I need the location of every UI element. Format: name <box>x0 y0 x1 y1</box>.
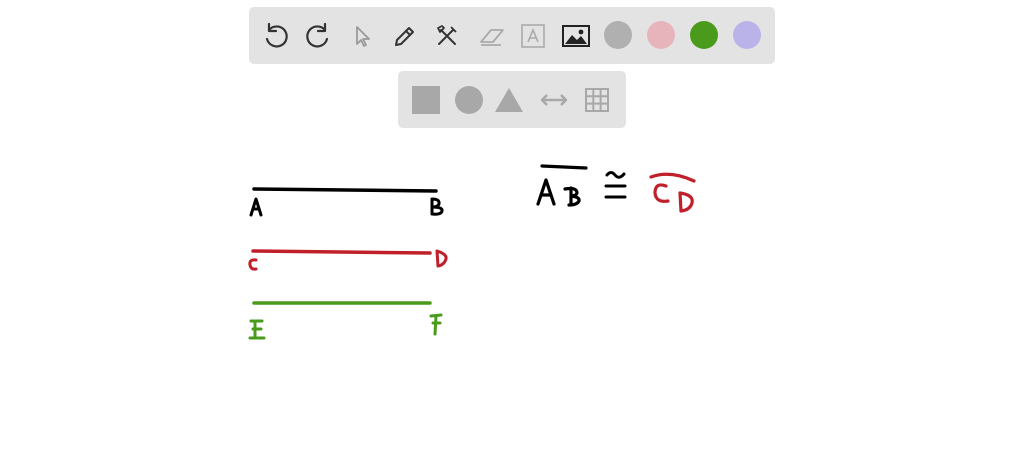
segment-ef <box>248 301 443 340</box>
label-a <box>249 197 263 217</box>
overline-ab <box>540 164 588 170</box>
segment-cd <box>248 249 448 271</box>
label-c <box>248 258 258 271</box>
segment-ab <box>249 187 444 217</box>
label-d <box>435 249 448 268</box>
congruence-statement <box>536 164 696 213</box>
label-cd <box>653 183 694 213</box>
drawing-canvas[interactable] <box>0 0 1024 452</box>
label-f <box>429 313 443 336</box>
label-ab <box>536 178 581 207</box>
label-b <box>430 197 444 216</box>
congruence-symbol <box>604 171 627 199</box>
overline-cd <box>649 172 696 183</box>
label-e <box>248 319 266 340</box>
